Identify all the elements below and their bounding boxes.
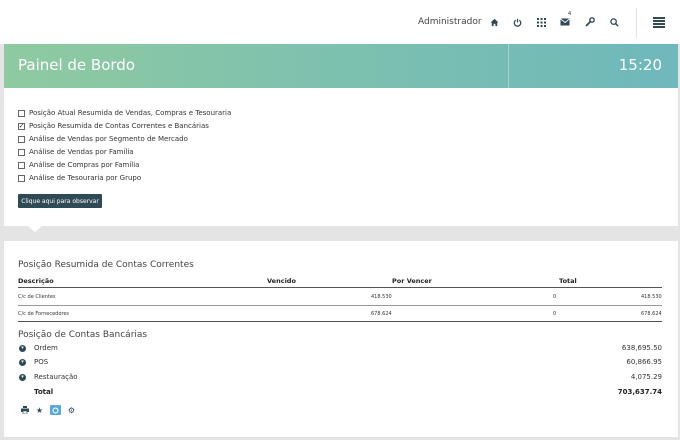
option-vendas-familia[interactable]: Análise de Vendas por Família	[18, 148, 134, 156]
total-value: 703,637.74	[617, 388, 662, 396]
checkbox-checked[interactable]: ✓	[18, 122, 25, 130]
option-label: Posição Resumida de Contas Correntes e B…	[29, 122, 209, 130]
banner-divider	[508, 44, 509, 88]
option-tesouraria-grupo[interactable]: Análise de Tesouraria por Grupo	[18, 174, 141, 182]
bank-value: 638,695.50	[621, 344, 662, 352]
chevron-down-icon[interactable]: ▾	[19, 359, 26, 366]
clock: 15:20	[618, 56, 662, 74]
star-icon[interactable]: ★	[34, 405, 45, 415]
column-vencido: Vencido	[267, 277, 296, 285]
page-title: Painel de Bordo	[18, 56, 135, 74]
checkbox[interactable]	[18, 174, 25, 182]
total-label: Total	[34, 388, 54, 396]
row-rule	[18, 305, 662, 306]
bank-row-ordem[interactable]: ▾ Ordem 638,695.50	[18, 343, 662, 355]
bank-value: 60,866.95	[626, 358, 662, 366]
wrench-icon[interactable]	[583, 15, 597, 29]
settings-icon[interactable]: ⚙	[66, 405, 77, 415]
mail-badge: 4	[568, 11, 572, 17]
dashboard-banner: Painel de Bordo 15:20	[4, 44, 678, 88]
report-options-card: Posição Atual Resumida de Vendas, Compra…	[4, 88, 678, 232]
option-label: Análise de Vendas por Segmento de Mercad…	[29, 135, 188, 143]
table-bottom-rule	[18, 321, 662, 322]
card-pointer	[28, 226, 42, 232]
row-total: 678.624	[641, 311, 662, 317]
option-vendas-segmento[interactable]: Análise de Vendas por Segmento de Mercad…	[18, 135, 188, 143]
option-label: Posição Atual Resumida de Vendas, Compra…	[29, 109, 232, 117]
refresh-icon[interactable]	[50, 405, 61, 415]
row-total: 418.530	[641, 294, 662, 300]
top-bar: Administrador 4	[0, 0, 680, 44]
user-name[interactable]: Administrador	[418, 17, 482, 27]
option-contas-correntes-bancarias[interactable]: ✓ Posição Resumida de Contas Correntes e…	[18, 122, 209, 130]
bank-label: Restauração	[34, 373, 78, 381]
chevron-down-icon[interactable]: ▾	[19, 374, 26, 381]
mail-icon[interactable]: 4	[558, 11, 572, 29]
bank-total-row: Total 703,637.74	[18, 387, 662, 399]
bank-label: Ordem	[34, 344, 58, 352]
row-vencido: 418.530	[371, 294, 392, 300]
row-desc: C/c de Clientes	[18, 294, 56, 300]
bank-row-restauracao[interactable]: ▾ Restauração 4,075.29	[18, 372, 662, 384]
row-vencido: 678.624	[371, 311, 392, 317]
checkbox[interactable]	[18, 161, 25, 169]
option-label: Análise de Compras por Família	[29, 161, 140, 169]
chevron-down-icon[interactable]: ▾	[19, 345, 26, 352]
row-por-vencer: 0	[553, 311, 557, 317]
accounts-title: Posição Resumida de Contas Correntes	[18, 260, 194, 270]
row-desc: C/c de Fornecedores	[18, 311, 70, 317]
checkbox[interactable]	[18, 148, 25, 156]
bank-row-pos[interactable]: ▾ POS 60,866.95	[18, 357, 662, 369]
menu-separator	[636, 8, 637, 38]
column-descricao: Descrição	[18, 277, 54, 285]
checkbox[interactable]	[18, 135, 25, 143]
option-vendas-compras-tesouraria[interactable]: Posição Atual Resumida de Vendas, Compra…	[18, 109, 231, 117]
menu-icon[interactable]	[652, 15, 666, 29]
search-icon[interactable]	[607, 15, 621, 29]
option-label: Análise de Tesouraria por Grupo	[29, 174, 142, 182]
print-icon[interactable]	[19, 405, 30, 415]
option-compras-familia[interactable]: Análise de Compras por Família	[18, 161, 139, 169]
home-icon[interactable]	[487, 15, 501, 29]
column-total: Total	[559, 277, 577, 285]
checkbox[interactable]	[18, 109, 25, 117]
column-por-vencer: Por Vencer	[392, 277, 432, 285]
power-icon[interactable]	[510, 15, 524, 29]
bank-value: 4,075.29	[630, 373, 662, 381]
apps-grid-icon[interactable]	[534, 15, 548, 29]
option-label: Análise de Vendas por Família	[29, 148, 134, 156]
results-card: Posição Resumida de Contas Correntes Des…	[4, 241, 678, 437]
observe-button[interactable]: Clique aqui para observar	[18, 194, 102, 208]
row-por-vencer: 0	[553, 294, 557, 300]
bank-label: POS	[34, 358, 49, 366]
banks-title: Posição de Contas Bancárias	[18, 330, 148, 340]
header-rule	[18, 287, 662, 288]
